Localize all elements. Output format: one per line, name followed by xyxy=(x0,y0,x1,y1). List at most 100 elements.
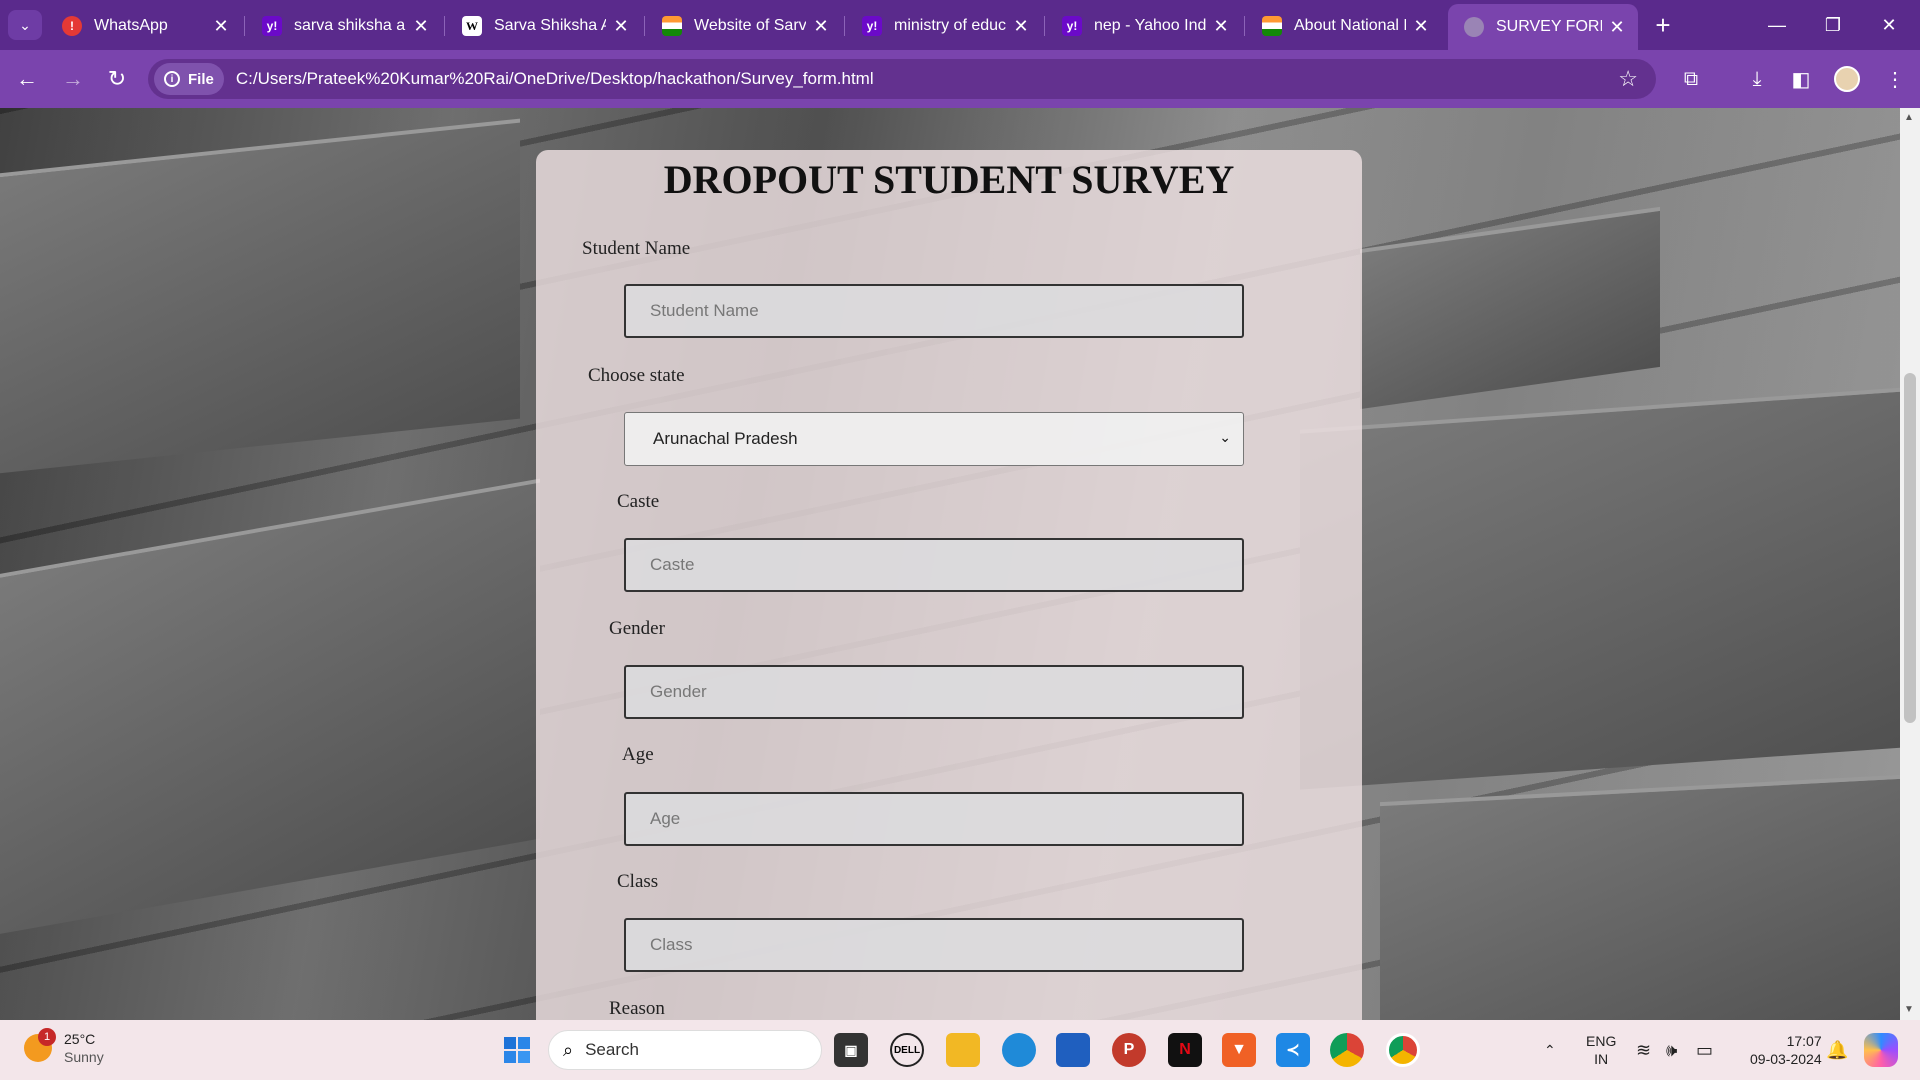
clock-date: 09-03-2024 xyxy=(1750,1051,1822,1067)
store-icon[interactable] xyxy=(1056,1033,1090,1067)
chevron-down-icon: ⌄ xyxy=(1219,429,1231,445)
page-scrollbar[interactable]: ▲ ▼ xyxy=(1900,108,1920,1020)
tab-title: SURVEY FORM xyxy=(1496,18,1602,35)
tab-divider xyxy=(844,16,845,36)
bookmark-star-icon[interactable]: ☆ xyxy=(1618,66,1638,92)
notification-bell-icon[interactable]: 🔔 xyxy=(1826,1020,1848,1080)
gender-label: Gender xyxy=(609,618,665,639)
scroll-up-icon[interactable]: ▲ xyxy=(1904,112,1914,123)
state-select-value: Arunachal Pradesh xyxy=(653,429,798,448)
scroll-down-icon[interactable]: ▼ xyxy=(1904,1004,1914,1015)
minimize-button[interactable]: — xyxy=(1754,10,1800,40)
close-icon: ✕ xyxy=(1881,14,1897,35)
profile-avatar[interactable] xyxy=(1834,66,1860,92)
chrome-icon[interactable] xyxy=(1330,1033,1364,1067)
chevron-down-icon: ⌄ xyxy=(19,16,31,33)
tab-about-national[interactable]: About National E ✕ xyxy=(1246,6,1442,46)
info-icon: i xyxy=(164,71,180,87)
globe-icon xyxy=(1464,17,1484,37)
tab-strip: ⌄ ! WhatsApp ✕ y! sarva shiksha abh ✕ W … xyxy=(0,0,1920,50)
page-viewport: DROPOUT STUDENT SURVEY Student Name Choo… xyxy=(0,108,1900,1020)
close-icon[interactable]: ✕ xyxy=(1608,17,1626,38)
caste-label: Caste xyxy=(617,491,660,512)
dell-icon[interactable]: DELL xyxy=(890,1033,924,1067)
student-name-input[interactable] xyxy=(624,284,1244,338)
student-name-label: Student Name xyxy=(582,238,691,259)
wifi-icon[interactable]: ≋ xyxy=(1636,1020,1651,1080)
tab-website-of-sarva[interactable]: Website of Sarva ✕ xyxy=(646,6,842,46)
volume-icon[interactable]: 🕪 xyxy=(1666,1020,1677,1080)
close-icon[interactable]: ✕ xyxy=(1012,16,1030,37)
site-info-chip[interactable]: i File xyxy=(154,63,224,95)
close-icon[interactable]: ✕ xyxy=(1212,16,1230,37)
state-select[interactable]: Arunachal Pradesh ⌄ xyxy=(624,412,1244,466)
scrollbar-thumb[interactable] xyxy=(1904,373,1916,723)
search-label: Search xyxy=(585,1040,639,1059)
back-button[interactable]: ← xyxy=(12,64,42,94)
tab-sarva-shiksha-wiki[interactable]: W Sarva Shiksha Ab ✕ xyxy=(446,6,642,46)
tab-ministry-of-education[interactable]: y! ministry of educa ✕ xyxy=(846,6,1042,46)
arrow-left-icon: ← xyxy=(16,66,38,91)
tab-whatsapp[interactable]: ! WhatsApp ✕ xyxy=(46,6,242,46)
background-desk xyxy=(0,118,520,478)
class-input[interactable] xyxy=(624,918,1244,972)
india-flag-icon xyxy=(662,16,682,36)
reload-button[interactable]: ↻ xyxy=(102,64,132,94)
arrow-right-icon: → xyxy=(62,66,84,91)
gender-input[interactable] xyxy=(624,665,1244,719)
clock[interactable]: 17:07 09-03-2024 xyxy=(1750,1020,1822,1080)
taskbar-search[interactable]: ⌕ Search xyxy=(548,1030,822,1070)
tab-title: sarva shiksha abh xyxy=(294,17,406,34)
weather-widget[interactable]: 1 25°C Sunny xyxy=(24,1028,104,1066)
language-indicator[interactable]: ENG IN xyxy=(1586,1020,1616,1080)
close-icon[interactable]: ✕ xyxy=(612,16,630,37)
start-button[interactable] xyxy=(500,1033,534,1067)
close-icon[interactable]: ✕ xyxy=(212,16,230,37)
edge-icon[interactable] xyxy=(1002,1033,1036,1067)
tab-survey-form[interactable]: SURVEY FORM ✕ xyxy=(1448,4,1638,50)
tab-divider xyxy=(244,16,245,36)
forward-button[interactable]: → xyxy=(58,64,88,94)
reload-icon: ↻ xyxy=(107,66,127,91)
menu-kebab-icon[interactable]: ⋮ xyxy=(1880,64,1910,94)
close-icon[interactable]: ✕ xyxy=(1412,16,1430,37)
tray-overflow-icon[interactable]: ⌃ xyxy=(1544,1020,1556,1080)
tab-divider xyxy=(644,16,645,36)
plus-icon: + xyxy=(1655,9,1671,40)
side-panel-icon[interactable]: ◧ xyxy=(1786,64,1816,94)
battery-icon[interactable]: ▭ xyxy=(1696,1020,1713,1080)
minimize-icon: — xyxy=(1768,14,1786,35)
netflix-icon[interactable]: N xyxy=(1168,1033,1202,1067)
url-text[interactable]: C:/Users/Prateek%20Kumar%20Rai/OneDrive/… xyxy=(236,69,1618,89)
vscode-icon[interactable]: ≺ xyxy=(1276,1033,1310,1067)
file-explorer-icon[interactable] xyxy=(946,1033,980,1067)
language-line2: IN xyxy=(1594,1051,1609,1067)
background-desk xyxy=(1300,386,1900,790)
tab-divider xyxy=(1044,16,1045,36)
yahoo-icon: y! xyxy=(262,16,282,36)
caste-input[interactable] xyxy=(624,538,1244,592)
age-input[interactable] xyxy=(624,792,1244,846)
close-icon[interactable]: ✕ xyxy=(412,16,430,37)
copilot-icon[interactable] xyxy=(1864,1033,1898,1067)
brave-icon[interactable]: ▼ xyxy=(1222,1033,1256,1067)
tab-search-button[interactable]: ⌄ xyxy=(8,10,42,40)
task-view-icon[interactable]: ▣ xyxy=(834,1033,868,1067)
reason-label: Reason xyxy=(609,998,665,1019)
chrome-profile-icon[interactable] xyxy=(1386,1033,1420,1067)
close-window-button[interactable]: ✕ xyxy=(1866,10,1912,40)
picsart-icon[interactable]: P xyxy=(1112,1033,1146,1067)
tab-nep-yahoo[interactable]: y! nep - Yahoo Indi ✕ xyxy=(1046,6,1242,46)
download-icon[interactable]: ⤓ xyxy=(1742,64,1772,94)
background-desk xyxy=(1360,206,1660,410)
close-icon[interactable]: ✕ xyxy=(812,16,830,37)
address-bar[interactable]: i File C:/Users/Prateek%20Kumar%20Rai/On… xyxy=(148,59,1656,99)
extensions-icon[interactable]: ⧉ xyxy=(1676,64,1706,94)
tab-title: Sarva Shiksha Ab xyxy=(494,17,606,34)
yahoo-icon: y! xyxy=(862,16,882,36)
browser-toolbar: ← → ↻ i File C:/Users/Prateek%20Kumar%20… xyxy=(0,50,1920,108)
tab-sarva-shiksha-search[interactable]: y! sarva shiksha abh ✕ xyxy=(246,6,442,46)
language-line1: ENG xyxy=(1586,1033,1617,1049)
restore-button[interactable]: ❐ xyxy=(1810,10,1856,40)
new-tab-button[interactable]: + xyxy=(1648,10,1678,40)
